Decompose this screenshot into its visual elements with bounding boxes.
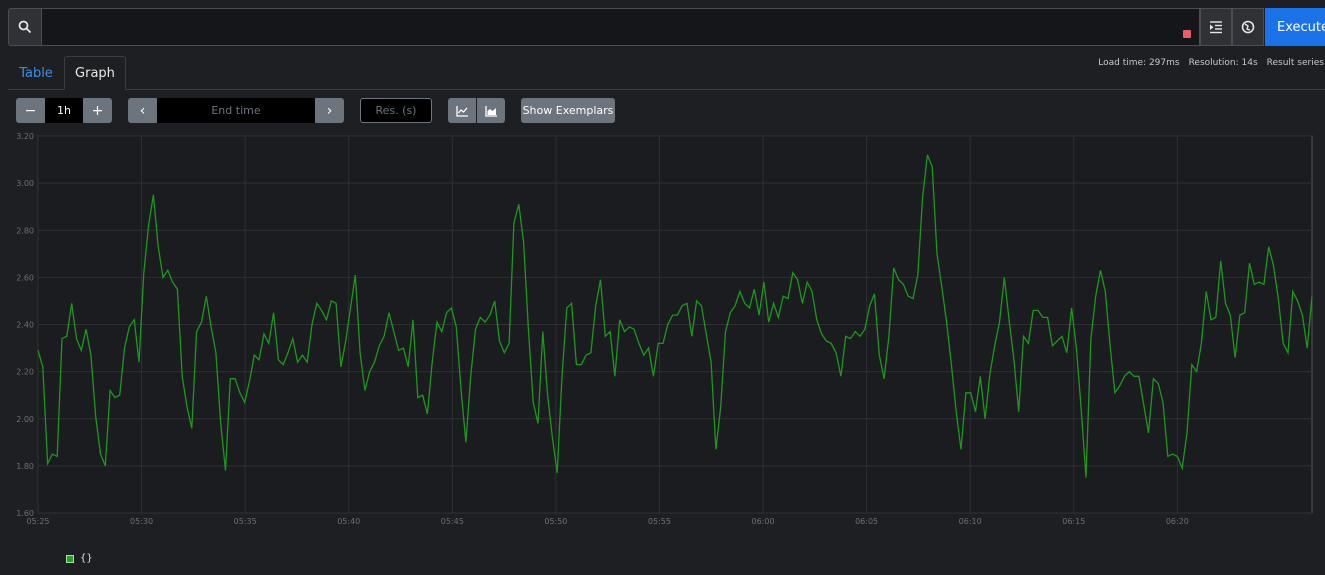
- y-tick-label: 1.80: [16, 462, 34, 471]
- load-time: Load time: 297ms: [1098, 58, 1180, 68]
- y-tick-label: 3.20: [16, 132, 34, 141]
- query-stats: Load time: 297ms Resolution: 14s Result se…: [1089, 58, 1325, 68]
- x-tick-label: 05:25: [26, 517, 49, 526]
- y-tick-label: 2.20: [16, 368, 34, 377]
- resolution-stat: Resolution: 14s: [1188, 58, 1258, 68]
- search-button[interactable]: [8, 8, 42, 46]
- format-icon: [1210, 21, 1222, 34]
- show-exemplars-button[interactable]: Show Exemplars: [521, 98, 615, 123]
- legend: {}: [66, 553, 93, 564]
- line-chart-button[interactable]: [448, 98, 476, 123]
- stacked-chart-button[interactable]: [477, 98, 505, 123]
- area-chart-icon: [484, 105, 497, 117]
- graph-chart: 1.601.802.002.202.402.602.803.003.2005:2…: [16, 132, 1313, 526]
- decrease-range-button[interactable]: −: [16, 98, 45, 123]
- x-tick-label: 05:50: [544, 517, 567, 526]
- range-input[interactable]: 1h: [45, 98, 83, 123]
- x-tick-label: 05:30: [130, 517, 153, 526]
- y-tick-label: 2.40: [16, 321, 34, 330]
- y-tick-label: 2.80: [16, 226, 34, 235]
- x-tick-label: 06:20: [1166, 517, 1189, 526]
- expression-line-1: histogram_quantile(0.5,: [50, 45, 1191, 46]
- line-chart-icon: [455, 105, 468, 117]
- y-tick-label: 2.00: [16, 415, 34, 424]
- x-tick-label: 05:45: [441, 517, 464, 526]
- graph-controls: − 1h + ‹ End time › Res. (s) Show Exempl…: [16, 98, 656, 123]
- metrics-explorer-button[interactable]: [1232, 8, 1264, 46]
- tab-table[interactable]: Table: [8, 56, 64, 90]
- resolution-input[interactable]: Res. (s): [360, 98, 432, 123]
- expression-editor[interactable]: histogram_quantile(0.5, sum(rate(istio_r…: [42, 8, 1200, 46]
- result-series-stat: Result series:: [1266, 58, 1325, 68]
- globe-icon: [1241, 20, 1255, 34]
- search-icon: [18, 20, 32, 34]
- tab-graph[interactable]: Graph: [64, 56, 126, 90]
- stop-icon[interactable]: [1183, 30, 1191, 38]
- query-bar: histogram_quantile(0.5, sum(rate(istio_r…: [0, 0, 1325, 54]
- increase-range-button[interactable]: +: [83, 98, 112, 123]
- x-tick-label: 06:00: [752, 517, 775, 526]
- y-tick-label: 2.60: [16, 273, 34, 282]
- x-tick-label: 06:10: [959, 517, 982, 526]
- legend-swatch[interactable]: [66, 554, 74, 563]
- end-time-forward-button[interactable]: ›: [315, 98, 344, 123]
- execute-button[interactable]: Execute: [1265, 8, 1325, 46]
- x-tick-label: 05:35: [234, 517, 257, 526]
- end-time-back-button[interactable]: ‹: [128, 98, 157, 123]
- x-tick-label: 05:40: [337, 517, 360, 526]
- end-time-input[interactable]: End time: [157, 98, 315, 123]
- format-expression-button[interactable]: [1200, 8, 1232, 46]
- legend-label[interactable]: {}: [80, 553, 93, 564]
- y-tick-label: 3.00: [16, 179, 34, 188]
- x-tick-label: 06:05: [855, 517, 878, 526]
- x-tick-label: 05:55: [648, 517, 671, 526]
- x-tick-label: 06:15: [1062, 517, 1085, 526]
